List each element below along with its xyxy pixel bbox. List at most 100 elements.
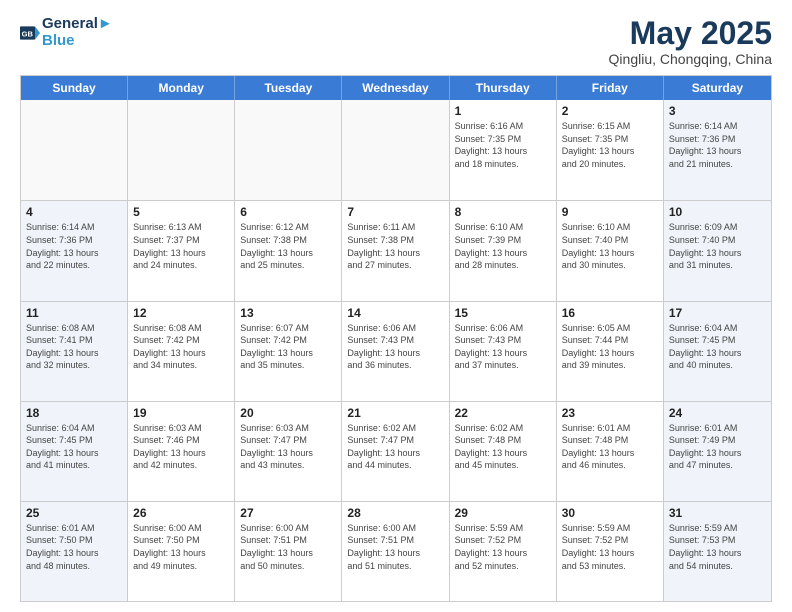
day-info: Sunrise: 5:59 AM Sunset: 7:52 PM Dayligh… — [562, 522, 658, 572]
day-info: Sunrise: 6:01 AM Sunset: 7:49 PM Dayligh… — [669, 422, 766, 472]
cal-cell-5-7: 31 Sunrise: 5:59 AM Sunset: 7:53 PM Dayli… — [664, 502, 771, 601]
day-number: 24 — [669, 406, 766, 420]
cal-cell-4-7: 24 Sunrise: 6:01 AM Sunset: 7:49 PM Dayli… — [664, 402, 771, 501]
day-info: Sunrise: 6:06 AM Sunset: 7:43 PM Dayligh… — [347, 322, 443, 372]
day-number: 28 — [347, 506, 443, 520]
day-info: Sunrise: 6:14 AM Sunset: 7:36 PM Dayligh… — [669, 120, 766, 170]
day-info: Sunrise: 6:07 AM Sunset: 7:42 PM Dayligh… — [240, 322, 336, 372]
cal-cell-1-2 — [128, 100, 235, 200]
day-info: Sunrise: 6:04 AM Sunset: 7:45 PM Dayligh… — [669, 322, 766, 372]
cal-cell-2-2: 5 Sunrise: 6:13 AM Sunset: 7:37 PM Daylig… — [128, 201, 235, 300]
cal-cell-2-3: 6 Sunrise: 6:12 AM Sunset: 7:38 PM Daylig… — [235, 201, 342, 300]
cal-cell-1-3 — [235, 100, 342, 200]
day-number: 5 — [133, 205, 229, 219]
day-info: Sunrise: 6:14 AM Sunset: 7:36 PM Dayligh… — [26, 221, 122, 271]
day-info: Sunrise: 6:06 AM Sunset: 7:43 PM Dayligh… — [455, 322, 551, 372]
day-number: 30 — [562, 506, 658, 520]
header-saturday: Saturday — [664, 76, 771, 100]
cal-cell-3-7: 17 Sunrise: 6:04 AM Sunset: 7:45 PM Dayli… — [664, 302, 771, 401]
day-number: 10 — [669, 205, 766, 219]
day-number: 25 — [26, 506, 122, 520]
cal-cell-2-5: 8 Sunrise: 6:10 AM Sunset: 7:39 PM Daylig… — [450, 201, 557, 300]
cal-cell-3-1: 11 Sunrise: 6:08 AM Sunset: 7:41 PM Dayli… — [21, 302, 128, 401]
day-info: Sunrise: 6:16 AM Sunset: 7:35 PM Dayligh… — [455, 120, 551, 170]
day-info: Sunrise: 6:11 AM Sunset: 7:38 PM Dayligh… — [347, 221, 443, 271]
day-info: Sunrise: 6:03 AM Sunset: 7:47 PM Dayligh… — [240, 422, 336, 472]
day-info: Sunrise: 6:01 AM Sunset: 7:50 PM Dayligh… — [26, 522, 122, 572]
day-info: Sunrise: 6:10 AM Sunset: 7:40 PM Dayligh… — [562, 221, 658, 271]
svg-text:GB: GB — [22, 29, 34, 38]
day-info: Sunrise: 6:00 AM Sunset: 7:51 PM Dayligh… — [240, 522, 336, 572]
day-number: 2 — [562, 104, 658, 118]
header-tuesday: Tuesday — [235, 76, 342, 100]
cal-cell-3-3: 13 Sunrise: 6:07 AM Sunset: 7:42 PM Dayli… — [235, 302, 342, 401]
day-info: Sunrise: 6:05 AM Sunset: 7:44 PM Dayligh… — [562, 322, 658, 372]
day-number: 12 — [133, 306, 229, 320]
day-number: 20 — [240, 406, 336, 420]
day-number: 18 — [26, 406, 122, 420]
day-info: Sunrise: 6:04 AM Sunset: 7:45 PM Dayligh… — [26, 422, 122, 472]
day-info: Sunrise: 6:08 AM Sunset: 7:42 PM Dayligh… — [133, 322, 229, 372]
day-number: 23 — [562, 406, 658, 420]
day-number: 31 — [669, 506, 766, 520]
day-number: 29 — [455, 506, 551, 520]
week-row-3: 11 Sunrise: 6:08 AM Sunset: 7:41 PM Dayli… — [21, 301, 771, 401]
day-info: Sunrise: 5:59 AM Sunset: 7:53 PM Dayligh… — [669, 522, 766, 572]
day-info: Sunrise: 6:02 AM Sunset: 7:48 PM Dayligh… — [455, 422, 551, 472]
cal-cell-5-2: 26Sunrise: 6:00 AM Sunset: 7:50 PM Dayli… — [128, 502, 235, 601]
day-info: Sunrise: 6:08 AM Sunset: 7:41 PM Dayligh… — [26, 322, 122, 372]
day-info: Sunrise: 6:03 AM Sunset: 7:46 PM Dayligh… — [133, 422, 229, 472]
header-wednesday: Wednesday — [342, 76, 449, 100]
day-info: Sunrise: 6:13 AM Sunset: 7:37 PM Dayligh… — [133, 221, 229, 271]
day-number: 21 — [347, 406, 443, 420]
cal-cell-4-5: 22 Sunrise: 6:02 AM Sunset: 7:48 PM Dayli… — [450, 402, 557, 501]
cal-cell-2-6: 9 Sunrise: 6:10 AM Sunset: 7:40 PM Daylig… — [557, 201, 664, 300]
day-number: 19 — [133, 406, 229, 420]
day-number: 13 — [240, 306, 336, 320]
day-info: Sunrise: 6:00 AM Sunset: 7:50 PM Dayligh… — [133, 522, 229, 572]
day-number: 11 — [26, 306, 122, 320]
cal-cell-5-5: 29Sunrise: 5:59 AM Sunset: 7:52 PM Dayli… — [450, 502, 557, 601]
cal-cell-5-6: 30 Sunrise: 5:59 AM Sunset: 7:52 PM Dayli… — [557, 502, 664, 601]
week-row-5: 25 Sunrise: 6:01 AM Sunset: 7:50 PM Dayli… — [21, 501, 771, 601]
week-row-2: 4Sunrise: 6:14 AM Sunset: 7:36 PM Daylig… — [21, 200, 771, 300]
logo-icon: GB — [20, 23, 40, 43]
day-info: Sunrise: 6:10 AM Sunset: 7:39 PM Dayligh… — [455, 221, 551, 271]
cal-cell-5-3: 27 Sunrise: 6:00 AM Sunset: 7:51 PM Dayli… — [235, 502, 342, 601]
day-info: Sunrise: 6:15 AM Sunset: 7:35 PM Dayligh… — [562, 120, 658, 170]
day-number: 7 — [347, 205, 443, 219]
header-thursday: Thursday — [450, 76, 557, 100]
day-number: 15 — [455, 306, 551, 320]
cal-cell-3-2: 12 Sunrise: 6:08 AM Sunset: 7:42 PM Dayli… — [128, 302, 235, 401]
cal-cell-1-4 — [342, 100, 449, 200]
cal-cell-1-1 — [21, 100, 128, 200]
day-number: 17 — [669, 306, 766, 320]
cal-cell-4-1: 18 Sunrise: 6:04 AM Sunset: 7:45 PM Dayli… — [21, 402, 128, 501]
day-number: 22 — [455, 406, 551, 420]
day-number: 8 — [455, 205, 551, 219]
day-number: 6 — [240, 205, 336, 219]
cal-cell-1-6: 2 Sunrise: 6:15 AM Sunset: 7:35 PM Daylig… — [557, 100, 664, 200]
calendar-header: SundayMondayTuesdayWednesdayThursdayFrid… — [21, 76, 771, 100]
day-info: Sunrise: 6:12 AM Sunset: 7:38 PM Dayligh… — [240, 221, 336, 271]
cal-cell-2-4: 7 Sunrise: 6:11 AM Sunset: 7:38 PM Daylig… — [342, 201, 449, 300]
cal-cell-5-1: 25 Sunrise: 6:01 AM Sunset: 7:50 PM Dayli… — [21, 502, 128, 601]
calendar-title: May 2025 — [609, 16, 772, 51]
cal-cell-1-5: 1Sunrise: 6:16 AM Sunset: 7:35 PM Daylig… — [450, 100, 557, 200]
day-info: Sunrise: 6:09 AM Sunset: 7:40 PM Dayligh… — [669, 221, 766, 271]
logo-text: General► Blue — [42, 16, 113, 49]
header-sunday: Sunday — [21, 76, 128, 100]
cal-cell-2-1: 4Sunrise: 6:14 AM Sunset: 7:36 PM Daylig… — [21, 201, 128, 300]
day-info: Sunrise: 6:02 AM Sunset: 7:47 PM Dayligh… — [347, 422, 443, 472]
cal-cell-5-4: 28 Sunrise: 6:00 AM Sunset: 7:51 PM Dayli… — [342, 502, 449, 601]
calendar: SundayMondayTuesdayWednesdayThursdayFrid… — [20, 75, 772, 602]
day-info: Sunrise: 6:00 AM Sunset: 7:51 PM Dayligh… — [347, 522, 443, 572]
cal-cell-1-7: 3Sunrise: 6:14 AM Sunset: 7:36 PM Daylig… — [664, 100, 771, 200]
cal-cell-4-2: 19 Sunrise: 6:03 AM Sunset: 7:46 PM Dayli… — [128, 402, 235, 501]
week-row-1: 1Sunrise: 6:16 AM Sunset: 7:35 PM Daylig… — [21, 100, 771, 200]
day-number: 14 — [347, 306, 443, 320]
day-number: 27 — [240, 506, 336, 520]
cal-cell-3-6: 16Sunrise: 6:05 AM Sunset: 7:44 PM Dayli… — [557, 302, 664, 401]
cal-cell-2-7: 10 Sunrise: 6:09 AM Sunset: 7:40 PM Dayli… — [664, 201, 771, 300]
day-number: 9 — [562, 205, 658, 219]
